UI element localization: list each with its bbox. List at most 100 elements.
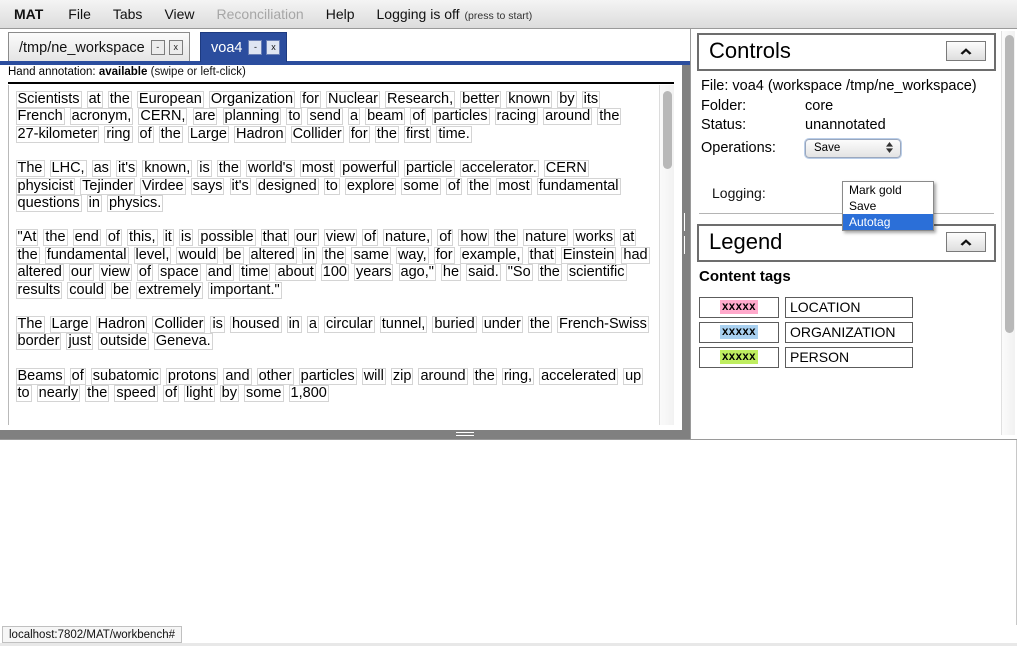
operations-select[interactable]: Save <box>805 139 901 158</box>
document-token[interactable]: 1,800 <box>288 385 329 403</box>
document-token[interactable]: a <box>306 316 319 334</box>
document-token[interactable]: the <box>158 125 183 143</box>
document-token[interactable]: of <box>410 108 427 126</box>
document-token[interactable]: be <box>110 281 132 299</box>
document-token[interactable]: at <box>86 91 103 108</box>
document-token[interactable]: physicist <box>15 177 76 195</box>
document-token[interactable]: of <box>69 367 86 385</box>
document-token[interactable]: known, <box>142 160 193 178</box>
document-token[interactable]: works <box>573 229 616 247</box>
horizontal-splitter[interactable] <box>0 430 690 439</box>
document-token[interactable]: zip <box>390 367 414 385</box>
document-token[interactable]: its <box>581 91 601 108</box>
document-token[interactable]: of <box>136 264 154 282</box>
document-token[interactable]: some <box>401 177 441 195</box>
document-token[interactable]: circular <box>324 316 375 334</box>
document-token[interactable]: some <box>244 385 284 403</box>
document-token[interactable]: buried <box>432 316 477 334</box>
document-token[interactable]: beam <box>365 108 406 126</box>
document-token[interactable]: the <box>467 177 492 195</box>
legend-tag-name-person[interactable]: PERSON <box>785 346 913 368</box>
document-token[interactable]: be <box>223 246 244 264</box>
document-token[interactable]: level, <box>133 246 172 264</box>
document-token[interactable]: light <box>184 385 215 403</box>
document-token[interactable]: that <box>260 229 289 247</box>
document-token[interactable]: known <box>506 91 553 108</box>
legend-tag-name-location[interactable]: LOCATION <box>785 296 913 318</box>
legend-swatch-organization[interactable]: xxxxx <box>699 321 779 343</box>
document-token[interactable]: of <box>137 125 154 143</box>
document-token[interactable]: Virdee <box>139 177 186 195</box>
document-token[interactable]: Einstein <box>560 246 617 264</box>
document-token[interactable]: Large <box>187 125 229 143</box>
document-token[interactable]: Scientists <box>15 91 82 108</box>
document-token[interactable]: designed <box>255 177 319 195</box>
operations-dropdown-list[interactable]: Mark gold Save Autotag <box>842 181 934 231</box>
document-token[interactable]: it's <box>115 160 138 178</box>
document-token[interactable]: powerful <box>340 160 399 178</box>
document-token[interactable]: LHC, <box>49 160 87 178</box>
document-token[interactable]: said. <box>466 264 501 282</box>
document-token[interactable]: just <box>66 333 94 351</box>
document-token[interactable]: the <box>527 316 552 334</box>
document-token[interactable]: 27-kilometer <box>15 125 100 143</box>
menu-item-tabs[interactable]: Tabs <box>102 0 154 29</box>
document-token[interactable]: world's <box>245 160 295 178</box>
legend-tag-name-organization[interactable]: ORGANIZATION <box>785 321 913 343</box>
document-token[interactable]: the <box>322 246 347 264</box>
document-token[interactable]: the <box>537 264 562 282</box>
document-token[interactable]: The <box>15 316 45 334</box>
document-token[interactable]: planning <box>222 108 282 126</box>
document-token[interactable]: other <box>256 367 294 385</box>
document-token[interactable]: to <box>323 177 340 195</box>
document-token[interactable]: extremely <box>136 281 203 299</box>
document-token[interactable]: fundamental <box>44 246 129 264</box>
document-vertical-scrollbar[interactable] <box>659 85 674 425</box>
document-token[interactable]: "At <box>15 229 39 247</box>
document-token[interactable]: the <box>216 160 241 178</box>
document-token[interactable]: explore <box>344 177 397 195</box>
document-token[interactable]: speed <box>114 385 158 403</box>
document-token[interactable]: around <box>543 108 593 126</box>
document-token[interactable]: of <box>105 229 122 247</box>
document-token[interactable]: the <box>597 108 622 126</box>
document-token[interactable]: under <box>481 316 523 334</box>
document-token[interactable]: Hadron <box>233 125 286 143</box>
document-token[interactable]: Geneva. <box>153 333 213 351</box>
document-token[interactable]: nearly <box>36 385 81 403</box>
document-token[interactable]: time. <box>436 125 472 143</box>
document-token[interactable]: the <box>85 385 110 403</box>
document-token[interactable]: The <box>15 160 45 178</box>
document-token[interactable]: for <box>300 91 322 108</box>
document-token[interactable]: of <box>437 229 454 247</box>
document-token[interactable]: at <box>620 229 637 247</box>
document-token[interactable]: outside <box>98 333 149 351</box>
document-token[interactable]: will <box>361 367 386 385</box>
document-token[interactable]: altered <box>15 264 64 282</box>
document-token[interactable]: about <box>275 264 316 282</box>
document-token[interactable]: ago," <box>398 264 436 282</box>
document-token[interactable]: acronym, <box>69 108 134 126</box>
document-token[interactable]: first <box>403 125 432 143</box>
operations-option-autotag[interactable]: Autotag <box>843 214 933 230</box>
document-token[interactable]: possible <box>198 229 256 247</box>
document-token[interactable]: accelerator. <box>459 160 539 178</box>
document-token[interactable]: says <box>190 177 225 195</box>
tab-workspace[interactable]: /tmp/ne_workspace - x <box>8 32 190 62</box>
document-token[interactable]: how <box>458 229 489 247</box>
annotation-text-body[interactable]: Scientists at the European Organization … <box>9 85 657 420</box>
document-token[interactable]: accelerated <box>539 367 619 385</box>
document-token[interactable]: is <box>178 229 194 247</box>
menu-item-mat[interactable]: MAT <box>0 0 57 29</box>
document-token[interactable]: important." <box>208 281 282 299</box>
document-token[interactable]: for <box>433 246 455 264</box>
document-token[interactable]: results <box>15 281 63 299</box>
document-token[interactable]: had <box>621 246 650 264</box>
document-token[interactable]: of <box>445 177 463 195</box>
document-token[interactable]: better <box>460 91 502 108</box>
document-token[interactable]: and <box>223 367 252 385</box>
document-token[interactable]: in <box>286 316 302 334</box>
document-token[interactable]: to <box>286 108 303 126</box>
document-token[interactable]: view <box>98 264 132 282</box>
document-token[interactable]: scientific <box>566 264 627 282</box>
